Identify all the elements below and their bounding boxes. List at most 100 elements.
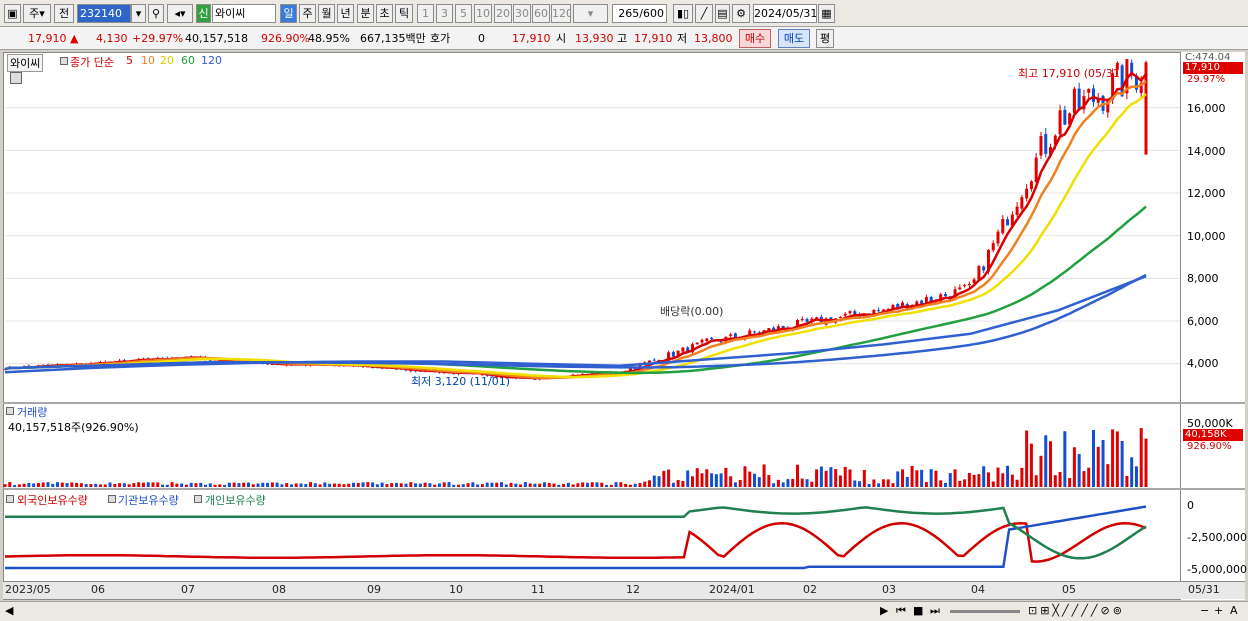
volume-bar	[986, 472, 990, 487]
volume-bar	[776, 479, 780, 487]
volume-bar	[103, 484, 107, 487]
volume-bar	[251, 484, 255, 487]
zoom-slider[interactable]	[950, 610, 1020, 613]
candle-body	[877, 310, 881, 312]
scroll-left-icon[interactable]: ◀	[5, 604, 13, 617]
volume-bar	[84, 483, 88, 487]
volume-bar	[428, 483, 432, 487]
volume-bar	[184, 484, 188, 487]
volume-bar	[581, 482, 585, 487]
volume-bar	[356, 482, 360, 487]
zoom-in-icon[interactable]: +	[1214, 604, 1223, 617]
volume-bar	[175, 483, 179, 487]
volume-bar	[361, 482, 365, 487]
volume-bar	[1025, 430, 1029, 487]
volume-bar	[118, 483, 122, 487]
volume-bar	[566, 482, 570, 487]
volume-bar	[266, 482, 270, 487]
volume-bar	[299, 483, 303, 487]
volume-bar	[657, 476, 661, 487]
x-tick-02: 02	[803, 583, 817, 596]
volume-bar	[1134, 466, 1138, 487]
volume-bar	[1001, 473, 1005, 487]
candle-body	[967, 284, 971, 286]
volume-bar	[500, 482, 504, 487]
volume-bar	[853, 480, 857, 487]
volume-bar	[414, 483, 418, 487]
volume-bar	[819, 466, 823, 487]
zoom-out-icon[interactable]: −	[1200, 604, 1209, 617]
volume-bar	[466, 483, 470, 487]
candle-body	[1039, 136, 1043, 156]
volume-bar	[972, 474, 976, 487]
stop-icon[interactable]: ■	[913, 604, 923, 617]
candle-body	[843, 313, 847, 316]
rewind-icon[interactable]: ⏮	[896, 604, 906, 618]
candle-body	[982, 266, 986, 271]
foreign-holdings-line	[4, 521, 1147, 563]
volume-bar	[619, 482, 623, 487]
volume-bar	[390, 483, 394, 487]
volume-bar	[748, 471, 752, 487]
volume-bar	[304, 484, 308, 487]
volume-bar	[461, 484, 465, 487]
volume-bar	[1039, 455, 1043, 487]
volume-bar	[180, 483, 184, 487]
volume-bar	[838, 475, 842, 487]
volume-bar	[127, 484, 131, 487]
font-size-icon[interactable]: A	[1230, 604, 1238, 617]
volume-bar	[958, 480, 962, 487]
volume-bar	[1096, 446, 1100, 487]
candle-body	[848, 311, 852, 314]
fast-forward-icon[interactable]: ⏭	[930, 604, 940, 618]
volume-bar	[227, 482, 231, 487]
volume-bar	[242, 482, 246, 487]
volume-bar	[1091, 429, 1095, 487]
volume-bar	[523, 482, 527, 487]
candle-body	[800, 319, 804, 321]
volume-bar	[418, 483, 422, 487]
volume-bar	[94, 483, 98, 487]
volume-bar	[1130, 457, 1134, 487]
volume-bar	[1144, 438, 1148, 487]
volume-bar	[824, 470, 828, 487]
candle-body	[490, 376, 494, 378]
volume-bar	[628, 484, 632, 487]
candle-body	[695, 342, 699, 345]
x-tick-05: 05	[1062, 583, 1076, 596]
volume-bar	[270, 482, 274, 487]
volume-bar	[733, 482, 737, 487]
x-tick-12: 12	[626, 583, 640, 596]
volume-bar	[394, 482, 398, 487]
volume-bar	[609, 484, 613, 487]
volume-bar	[848, 469, 852, 487]
volume-bar	[332, 483, 336, 487]
volume-bar	[772, 483, 776, 487]
draw-tools-icons[interactable]: ⊡⊞╳╱╱╱╱⊘⊚	[1028, 604, 1125, 617]
volume-bar	[442, 482, 446, 487]
volume-bar	[862, 469, 866, 487]
volume-bar	[762, 464, 766, 487]
volume-bar	[595, 482, 599, 487]
volume-bar	[380, 482, 384, 487]
volume-bar	[514, 483, 518, 487]
play-icon[interactable]: ▶	[880, 604, 888, 617]
volume-bar	[576, 483, 580, 487]
bottom-scroll-bar: ◀ ▶ ⏮ ■ ⏭ ⊡⊞╳╱╱╱╱⊘⊚ − + A	[0, 601, 1248, 621]
candle-body	[1001, 219, 1005, 234]
volume-bar	[218, 484, 222, 487]
volume-bar	[729, 476, 733, 487]
volume-bar	[1125, 475, 1129, 487]
candle-body	[1091, 88, 1095, 103]
price-chart[interactable]	[0, 0, 1248, 621]
volume-bar	[805, 479, 809, 487]
candle-body	[991, 243, 995, 251]
volume-bar	[1120, 440, 1124, 487]
last-candle	[1144, 66, 1148, 155]
volume-bar	[294, 483, 298, 487]
volume-bar	[920, 469, 924, 487]
volume-bar	[437, 483, 441, 487]
volume-bar	[671, 482, 675, 487]
volume-bar	[710, 473, 714, 487]
volume-bar	[60, 482, 64, 487]
